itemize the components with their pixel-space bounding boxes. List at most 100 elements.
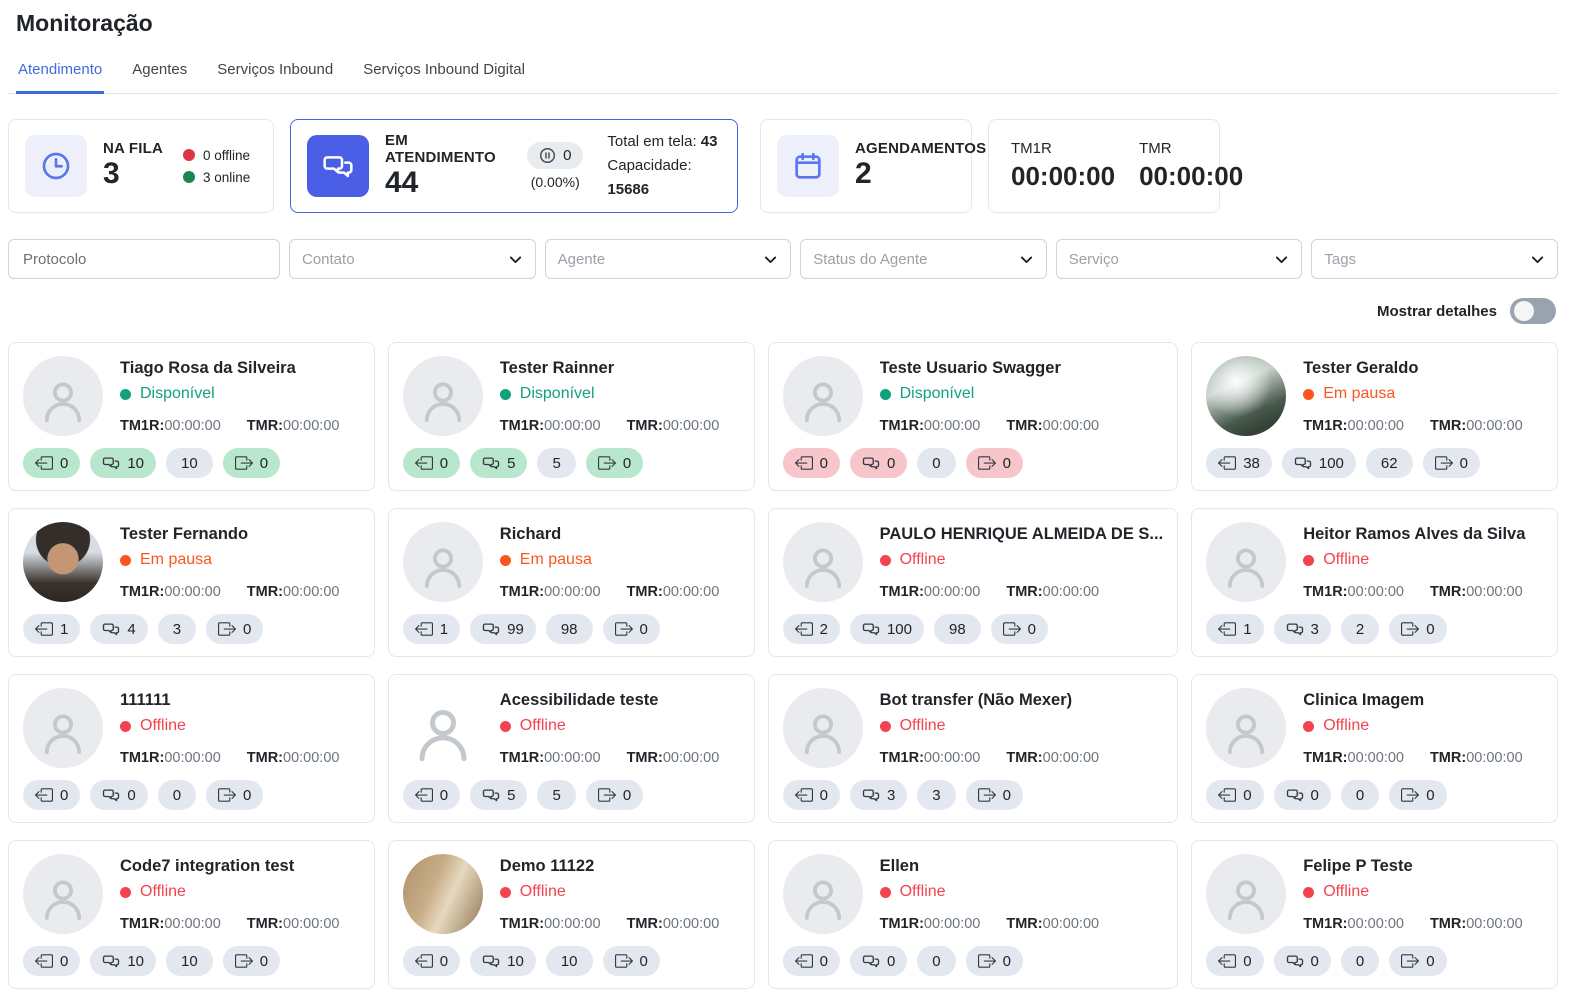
sign-out-badge[interactable]: 0 xyxy=(206,780,263,810)
sign-in-badge[interactable]: 0 xyxy=(783,946,840,976)
agent-card-code7-integration-test[interactable]: Code7 integration test Offline TM1R:00:0… xyxy=(8,840,375,989)
count-badge[interactable]: 5 xyxy=(537,780,575,810)
agent-card-tester-geraldo[interactable]: Tester Geraldo Em pausa TM1R:00:00:00 TM… xyxy=(1191,342,1558,491)
tab-agentes[interactable]: Agentes xyxy=(130,57,189,94)
agent-card-teste-usuario-swagger[interactable]: Teste Usuario Swagger Disponível TM1R:00… xyxy=(768,342,1179,491)
count-badge[interactable]: 10 xyxy=(166,448,213,478)
count-badge[interactable]: 62 xyxy=(1366,448,1413,478)
count-badge[interactable]: 98 xyxy=(934,614,981,644)
sign-in-badge[interactable]: 0 xyxy=(1206,780,1263,810)
sign-in-badge[interactable]: 38 xyxy=(1206,448,1272,478)
sign-in-badge[interactable]: 2 xyxy=(783,614,840,644)
sign-out-badge[interactable]: 0 xyxy=(603,614,660,644)
sign-in-badge[interactable]: 0 xyxy=(23,448,80,478)
chat-bubbles-badge[interactable]: 0 xyxy=(1274,946,1331,976)
sign-in-badge[interactable]: 0 xyxy=(783,448,840,478)
chat-bubbles-badge[interactable]: 100 xyxy=(1282,448,1356,478)
agent-card-tester-rainner[interactable]: Tester Rainner Disponível TM1R:00:00:00 … xyxy=(388,342,755,491)
count-badge[interactable]: 3 xyxy=(158,614,196,644)
chat-bubbles-badge[interactable]: 99 xyxy=(470,614,536,644)
sign-out-badge[interactable]: 0 xyxy=(991,614,1048,644)
chat-bubbles-badge[interactable]: 4 xyxy=(90,614,147,644)
protocolo-input[interactable] xyxy=(21,250,267,269)
agent-card-richard[interactable]: Richard Em pausa TM1R:00:00:00 TMR:00:00… xyxy=(388,508,755,657)
agent-card-111111[interactable]: 111111 Offline TM1R:00:00:00 TMR:00:00:0… xyxy=(8,674,375,823)
count-badge[interactable]: 0 xyxy=(1341,780,1379,810)
chat-bubbles-badge[interactable]: 5 xyxy=(470,448,527,478)
agent-card-heitor-ramos-alves-da-silva[interactable]: Heitor Ramos Alves da Silva Offline TM1R… xyxy=(1191,508,1558,657)
sign-in-badge[interactable]: 0 xyxy=(1206,946,1263,976)
count-badge[interactable]: 10 xyxy=(546,946,593,976)
sign-in-badge[interactable]: 0 xyxy=(403,448,460,478)
chat-bubbles-badge[interactable]: 10 xyxy=(90,946,156,976)
tab-servicos-inbound-digital[interactable]: Serviços Inbound Digital xyxy=(361,57,527,94)
sign-in-icon xyxy=(795,620,813,638)
tab-atendimento[interactable]: Atendimento xyxy=(16,57,104,94)
sign-in-badge[interactable]: 0 xyxy=(403,780,460,810)
badge-row: 0550 xyxy=(403,448,740,478)
sign-in-badge[interactable]: 1 xyxy=(23,614,80,644)
count-badge[interactable]: 2 xyxy=(1341,614,1379,644)
count-badge[interactable]: 5 xyxy=(537,448,575,478)
sign-in-icon xyxy=(35,786,53,804)
agent-card-tiago-rosa-da-silveira[interactable]: Tiago Rosa da Silveira Disponível TM1R:0… xyxy=(8,342,375,491)
sign-out-badge[interactable]: 0 xyxy=(223,448,280,478)
servico-select[interactable]: Serviço xyxy=(1056,239,1303,279)
sign-out-badge[interactable]: 0 xyxy=(966,448,1023,478)
sign-out-badge[interactable]: 0 xyxy=(1423,448,1480,478)
show-details-toggle[interactable] xyxy=(1510,298,1556,324)
sign-out-badge[interactable]: 0 xyxy=(966,946,1023,976)
count-badge[interactable]: 0 xyxy=(1341,946,1379,976)
person-icon xyxy=(23,688,103,768)
sign-out-badge[interactable]: 0 xyxy=(603,946,660,976)
sign-in-badge[interactable]: 0 xyxy=(23,780,80,810)
sign-out-badge[interactable]: 0 xyxy=(223,946,280,976)
sign-in-badge[interactable]: 1 xyxy=(1206,614,1263,644)
sign-in-badge[interactable]: 0 xyxy=(403,946,460,976)
count-badge[interactable]: 3 xyxy=(917,780,955,810)
count-badge[interactable]: 0 xyxy=(158,780,196,810)
badge-value: 0 xyxy=(1028,621,1036,638)
tags-select[interactable]: Tags xyxy=(1311,239,1558,279)
agent-card-tester-fernando[interactable]: Tester Fernando Em pausa TM1R:00:00:00 T… xyxy=(8,508,375,657)
sign-out-badge[interactable]: 0 xyxy=(1389,946,1446,976)
tab-servicos-inbound[interactable]: Serviços Inbound xyxy=(215,57,335,94)
count-badge[interactable]: 0 xyxy=(917,946,955,976)
chat-bubbles-badge[interactable]: 3 xyxy=(1274,614,1331,644)
sign-out-badge[interactable]: 0 xyxy=(206,614,263,644)
agent-card-ellen[interactable]: Ellen Offline TM1R:00:00:00 TMR:00:00:00… xyxy=(768,840,1179,989)
chat-bubbles-badge[interactable]: 3 xyxy=(850,780,907,810)
count-badge[interactable]: 10 xyxy=(166,946,213,976)
badge-value: 0 xyxy=(440,953,448,970)
status-do-agente-select[interactable]: Status do Agente xyxy=(800,239,1047,279)
agent-card-felipe-p-teste[interactable]: Felipe P Teste Offline TM1R:00:00:00 TMR… xyxy=(1191,840,1558,989)
pause-circle-icon xyxy=(539,147,556,164)
sign-in-badge[interactable]: 0 xyxy=(783,780,840,810)
chat-bubbles-badge[interactable]: 10 xyxy=(90,448,156,478)
status-label: Em pausa xyxy=(140,551,212,569)
count-badge[interactable]: 0 xyxy=(917,448,955,478)
agent-card-clinica-imagem[interactable]: Clinica Imagem Offline TM1R:00:00:00 TMR… xyxy=(1191,674,1558,823)
agent-card-demo-11122[interactable]: Demo 11122 Offline TM1R:00:00:00 TMR:00:… xyxy=(388,840,755,989)
agent-card-bot-transfer-nao-mexer[interactable]: Bot transfer (Não Mexer) Offline TM1R:00… xyxy=(768,674,1179,823)
chat-bubbles-badge[interactable]: 100 xyxy=(850,614,924,644)
sign-out-badge[interactable]: 0 xyxy=(586,780,643,810)
badge-value: 5 xyxy=(552,455,560,472)
sign-out-badge[interactable]: 0 xyxy=(1389,614,1446,644)
agente-select[interactable]: Agente xyxy=(545,239,792,279)
agent-card-paulo-henrique-almeida-de-s[interactable]: PAULO HENRIQUE ALMEIDA DE S... Offline T… xyxy=(768,508,1179,657)
sign-out-badge[interactable]: 0 xyxy=(1389,780,1446,810)
count-badge[interactable]: 98 xyxy=(546,614,593,644)
chat-bubbles-badge[interactable]: 10 xyxy=(470,946,536,976)
chat-bubbles-badge[interactable]: 0 xyxy=(850,946,907,976)
chat-bubbles-badge[interactable]: 0 xyxy=(1274,780,1331,810)
agent-card-acessibilidade-teste[interactable]: Acessibilidade teste Offline TM1R:00:00:… xyxy=(388,674,755,823)
sign-in-badge[interactable]: 0 xyxy=(23,946,80,976)
chat-bubbles-badge[interactable]: 5 xyxy=(470,780,527,810)
sign-out-badge[interactable]: 0 xyxy=(966,780,1023,810)
chat-bubbles-badge[interactable]: 0 xyxy=(850,448,907,478)
sign-in-badge[interactable]: 1 xyxy=(403,614,460,644)
chat-bubbles-badge[interactable]: 0 xyxy=(90,780,147,810)
contato-select[interactable]: Contato xyxy=(289,239,536,279)
sign-out-badge[interactable]: 0 xyxy=(586,448,643,478)
